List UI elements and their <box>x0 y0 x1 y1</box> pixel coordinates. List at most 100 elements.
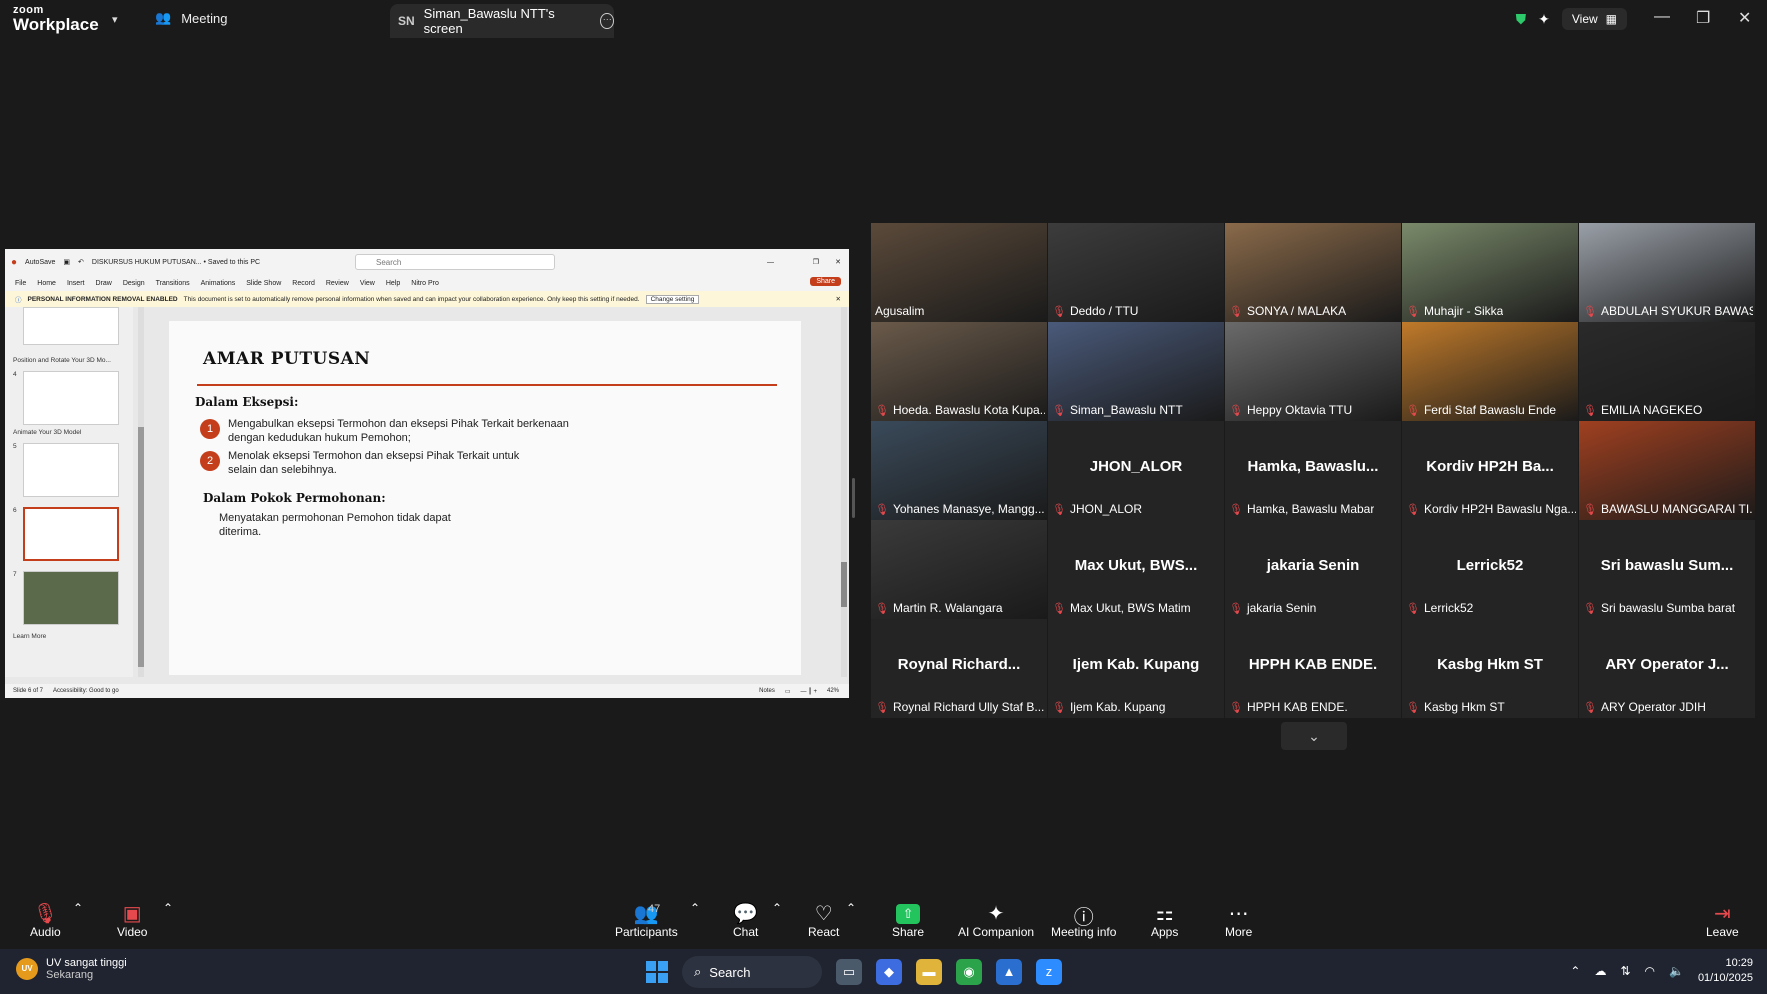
participant-tile[interactable]: Ijem Kab. Kupang 🎙 Ijem Kab. Kupang <box>1048 619 1224 718</box>
save-icon[interactable]: ▣ <box>63 258 70 266</box>
file-explorer-icon[interactable]: ▬ <box>916 959 942 985</box>
participant-tile[interactable]: Kasbg Hkm ST 🎙 Kasbg Hkm ST <box>1402 619 1578 718</box>
tray-expand-icon[interactable]: ⌃ <box>1570 964 1580 978</box>
ppt-minimize-icon[interactable]: — <box>767 259 774 266</box>
participant-tile[interactable]: Max Ukut, BWS... 🎙 Max Ukut, BWS Matim <box>1048 520 1224 619</box>
menu-insert[interactable]: Insert <box>67 280 85 287</box>
slide-thumbnail[interactable] <box>23 371 119 425</box>
slide-thumbnail[interactable] <box>23 571 119 625</box>
network-activity-icon[interactable]: ⇅ <box>1620 964 1630 978</box>
participant-tile[interactable]: Sri bawaslu Sum... 🎙 Sri bawaslu Sumba bar… <box>1579 520 1755 619</box>
participant-tile[interactable]: 🎙 SONYA / MALAKA <box>1225 223 1401 322</box>
chat-caret-icon[interactable]: ⌃ <box>772 901 782 915</box>
clock[interactable]: 10:29 01/10/2025 <box>1698 956 1753 986</box>
participant-tile[interactable]: 🎙 Deddo / TTU <box>1048 223 1224 322</box>
zoom-level[interactable]: 42% <box>827 688 839 694</box>
menu-view[interactable]: View <box>360 280 375 287</box>
apps-button[interactable]: ⚏ Apps <box>1151 901 1178 939</box>
participant-tile[interactable]: 🎙 Yohanes Manasye, Mangg... <box>871 421 1047 520</box>
react-caret-icon[interactable]: ⌃ <box>846 901 856 915</box>
undo-icon[interactable]: ↶ <box>78 258 84 266</box>
more-button[interactable]: ⋯ More <box>1225 901 1252 939</box>
cloud-icon[interactable]: ☁ <box>1594 964 1606 978</box>
section-label[interactable]: Learn More <box>13 633 46 640</box>
audio-options-caret-icon[interactable]: ⌃ <box>73 901 83 915</box>
participant-tile[interactable]: Hamka, Bawaslu... 🎙 Hamka, Bawaslu Mabar <box>1225 421 1401 520</box>
slide-thumbnail[interactable] <box>23 443 119 497</box>
slide-thumbnail-selected[interactable] <box>23 507 119 561</box>
participant-tile[interactable]: Roynal Richard... 🎙 Roynal Richard Ully St… <box>871 619 1047 718</box>
slide-thumbnail[interactable] <box>23 307 119 345</box>
ppt-close-icon[interactable]: ✕ <box>835 258 841 266</box>
chrome-icon[interactable]: ◉ <box>956 959 982 985</box>
participant-tile[interactable]: jakaria Senin 🎙 jakaria Senin <box>1225 520 1401 619</box>
thumbnail-scrollbar[interactable] <box>138 307 144 677</box>
participants-caret-icon[interactable]: ⌃ <box>690 901 700 915</box>
photos-icon[interactable]: ▲ <box>996 959 1022 985</box>
view-normal-icon[interactable]: ▭ <box>785 688 791 695</box>
menu-draw[interactable]: Draw <box>95 280 111 287</box>
info-close-icon[interactable]: ✕ <box>836 295 841 303</box>
ppt-restore-icon[interactable]: ❐ <box>813 258 819 266</box>
document-title[interactable]: DISKURSUS HUKUM PUTUSAN... • Saved to th… <box>92 259 260 266</box>
section-label[interactable]: Position and Rotate Your 3D Mo... <box>13 357 111 364</box>
slide-scrollbar[interactable] <box>841 307 847 677</box>
participant-tile[interactable]: 🎙ABDULAH SYUKUR BAWASL... <box>1579 223 1755 322</box>
participants-button[interactable]: 👥 47 Participants <box>615 901 678 939</box>
view-button[interactable]: View ▦ <box>1561 8 1627 30</box>
participant-tile[interactable]: 🎙 EMILIA NAGEKEO <box>1579 322 1755 421</box>
menu-nitro-pro[interactable]: Nitro Pro <box>411 280 439 287</box>
autosave-label[interactable]: AutoSave <box>25 259 55 266</box>
menu-transitions[interactable]: Transitions <box>156 280 190 287</box>
powerpoint-window[interactable]: ● AutoSave ▣ ↶ DISKURSUS HUKUM PUTUSAN..… <box>5 249 849 698</box>
participant-tile[interactable]: 🎙 Muhajir - Sikka <box>1402 223 1578 322</box>
participant-tile[interactable]: 🎙 Hoeda. Bawaslu Kota Kupa... <box>871 322 1047 421</box>
leave-button[interactable]: ⇥ Leave <box>1706 901 1739 939</box>
menu-home[interactable]: Home <box>37 280 56 287</box>
shield-icon[interactable]: ⛊ <box>1516 11 1527 28</box>
split-view-handle[interactable] <box>852 478 855 518</box>
volume-icon[interactable]: 🔈 <box>1669 964 1684 978</box>
video-button[interactable]: ▣ Video <box>117 901 147 939</box>
screen-share-tab[interactable]: SN Siman_Bawaslu NTT's screen ··· <box>390 4 614 38</box>
menu-design[interactable]: Design <box>123 280 145 287</box>
participant-tile[interactable]: ARY Operator J... 🎙 ARY Operator JDIH <box>1579 619 1755 718</box>
menu-record[interactable]: Record <box>292 280 315 287</box>
participant-tile[interactable]: Lerrick52 🎙 Lerrick52 <box>1402 520 1578 619</box>
menu-review[interactable]: Review <box>326 280 349 287</box>
taskbar-search[interactable]: ⌕ Search <box>682 956 822 988</box>
participant-tile[interactable]: 🎙 Martin R. Walangara <box>871 520 1047 619</box>
ppt-search-box[interactable]: Search <box>355 254 555 270</box>
chat-button[interactable]: 💬 Chat <box>733 901 758 939</box>
chevron-down-icon[interactable]: ▾ <box>112 13 118 26</box>
video-options-caret-icon[interactable]: ⌃ <box>163 901 173 915</box>
close-icon[interactable]: ✕ <box>1738 8 1751 28</box>
zoom-logo[interactable]: zoom Workplace <box>13 5 99 34</box>
participant-tile[interactable]: HPPH KAB ENDE. 🎙 HPPH KAB ENDE. <box>1225 619 1401 718</box>
accessibility-status[interactable]: Accessibility: Good to go <box>53 688 119 694</box>
ppt-share-button[interactable]: Share <box>810 277 841 286</box>
sparkle-icon[interactable]: ✦ <box>1538 11 1550 28</box>
menu-help[interactable]: Help <box>386 280 400 287</box>
share-button[interactable]: ⇧ Share <box>892 901 924 939</box>
participant-tile[interactable]: 🎙 Ferdi Staf Bawaslu Ende <box>1402 322 1578 421</box>
participant-tile[interactable]: 🎙 BAWASLU MANGGARAI TI... <box>1579 421 1755 520</box>
maximize-icon[interactable]: ❐ <box>1696 8 1710 28</box>
participant-tile[interactable]: 🎙 Siman_Bawaslu NTT <box>1048 322 1224 421</box>
participant-tile[interactable]: Kordiv HP2H Ba... 🎙 Kordiv HP2H Bawaslu Ng… <box>1402 421 1578 520</box>
ai-companion-button[interactable]: ✦ AI Companion <box>958 901 1034 939</box>
weather-widget[interactable]: UV UV sangat tinggi Sekarang <box>16 957 127 981</box>
wifi-icon[interactable]: ◠ <box>1645 964 1655 978</box>
scroll-thumb[interactable] <box>841 562 847 607</box>
copilot-icon[interactable]: ◆ <box>876 959 902 985</box>
meeting-tab[interactable]: 👥 Meeting <box>155 10 227 26</box>
notes-button[interactable]: Notes <box>759 688 775 694</box>
menu-animations[interactable]: Animations <box>201 280 236 287</box>
meeting-info-button[interactable]: ⓘ Meeting info <box>1051 901 1116 939</box>
task-view-icon[interactable]: ▭ <box>836 959 862 985</box>
zoom-slider[interactable]: — ┃ + <box>801 688 817 695</box>
zoom-app-icon[interactable]: z <box>1036 959 1062 985</box>
scroll-thumb[interactable] <box>138 427 144 667</box>
participant-tile[interactable]: Agusalim <box>871 223 1047 322</box>
react-button[interactable]: ♡ React <box>808 901 839 939</box>
